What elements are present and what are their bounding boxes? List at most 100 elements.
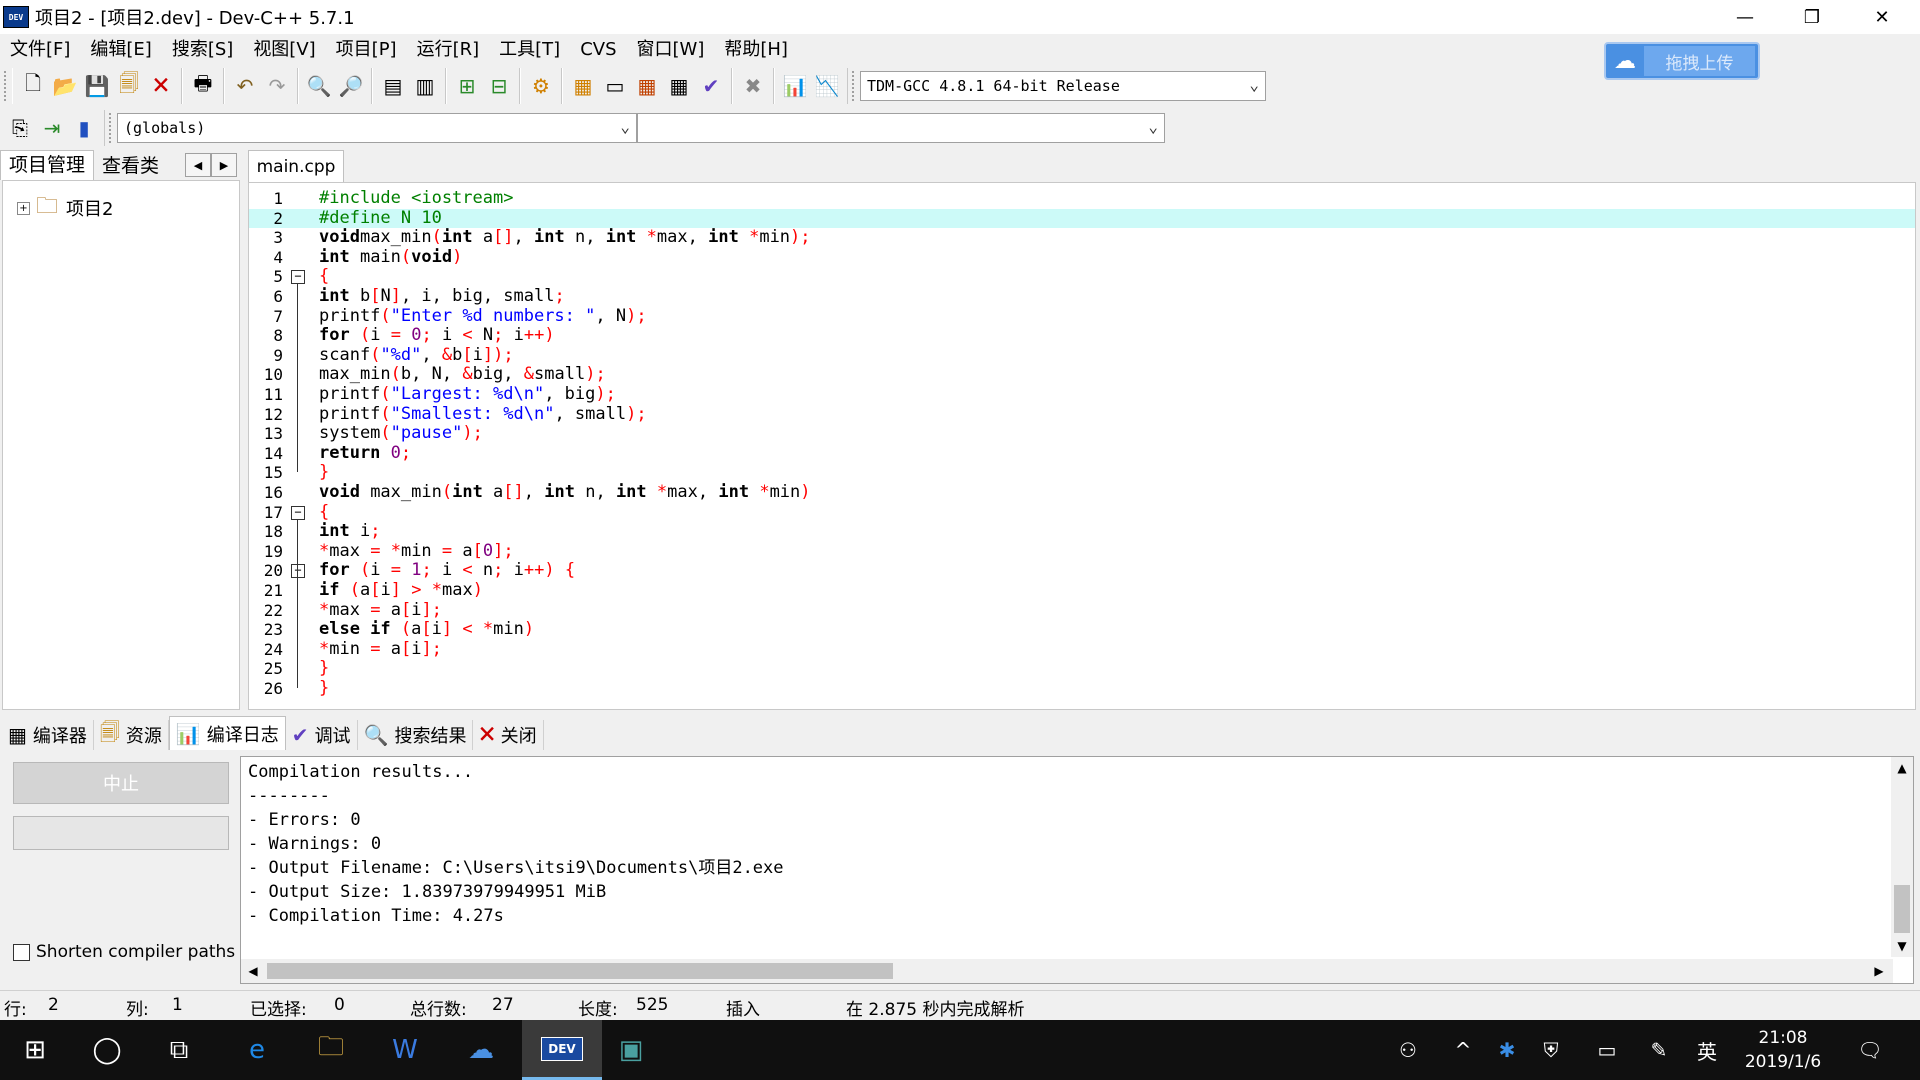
syntax-check-icon[interactable]: ✔ — [695, 70, 727, 102]
compile-run-icon[interactable]: ▦ — [631, 70, 663, 102]
code-line[interactable]: 3 voidmax_min(int a[], int n, int *max, i… — [249, 227, 1915, 248]
code-line[interactable]: 10 max_min(b, N, &big, &small); — [249, 365, 1915, 385]
goto-icon[interactable]: ⇥ — [36, 112, 68, 144]
bookmark-icon[interactable]: ▮ — [68, 112, 100, 144]
code-line[interactable]: 12 printf("Smallest: %d\n", small); — [249, 404, 1915, 425]
menu-help[interactable]: 帮助[H] — [714, 34, 798, 66]
code-line[interactable]: 20−for (i = 1; i < n; i++) { — [249, 561, 1915, 581]
menu-project[interactable]: 项目[P] — [326, 34, 407, 66]
tab-resources[interactable]: 🗐 资源 — [94, 720, 169, 750]
shorten-paths-checkbox[interactable]: Shorten compiler paths — [13, 942, 235, 962]
abort-compilation-button[interactable]: 中止 — [13, 762, 229, 804]
log-horizontal-scrollbar[interactable]: ◀ ▶ — [241, 959, 1893, 983]
checkbox-box[interactable] — [13, 943, 30, 961]
code-line[interactable]: 23 else if (a[i] < *min) — [249, 619, 1915, 640]
code-line[interactable]: 18 int i; — [249, 521, 1915, 542]
code-line[interactable]: 14 return 0; — [249, 443, 1915, 464]
editor-tab-main-cpp[interactable]: main.cpp — [248, 150, 344, 182]
scroll-down-icon[interactable]: ▼ — [1891, 935, 1913, 957]
compile-log-output[interactable]: Compilation results... -------- - Errors… — [240, 756, 1914, 984]
code-line[interactable]: 24 *min = a[i]; — [249, 639, 1915, 660]
tray-app-icon[interactable]: ✱ — [1490, 1020, 1524, 1080]
rebuild-all-icon[interactable]: ▦ — [663, 70, 695, 102]
find-icon[interactable]: 🔍 — [303, 70, 335, 102]
replace-icon[interactable]: 🔎 — [335, 70, 367, 102]
open-file-icon[interactable]: 📂 — [49, 70, 81, 102]
menu-view[interactable]: 视图[V] — [243, 34, 325, 66]
ime-indicator[interactable]: 英 — [1690, 1020, 1724, 1080]
code-line[interactable]: 11 printf("Largest: %d\n", big); — [249, 384, 1915, 405]
fold-collapse-icon[interactable]: − — [291, 270, 305, 285]
compile-icon[interactable]: ▦ — [567, 70, 599, 102]
tree-item-project[interactable]: + 🗀 项目2 — [17, 189, 113, 227]
save-all-icon[interactable]: 🗐 — [113, 70, 145, 102]
code-line[interactable]: 19 *max = *min = a[0]; — [249, 541, 1915, 562]
tab-project-manager[interactable]: 项目管理 — [0, 150, 95, 180]
code-line[interactable]: 26} — [249, 678, 1915, 699]
code-line[interactable]: 15} — [249, 463, 1915, 483]
notification-center-icon[interactable]: 🗨 — [1850, 1020, 1890, 1080]
tab-compile-log[interactable]: 📊 编译日志 — [168, 716, 286, 750]
tab-class-browser[interactable]: 查看类 — [94, 152, 167, 180]
cloud-upload-button[interactable]: ☁ 拖拽上传 — [1604, 42, 1760, 80]
code-line[interactable]: 17−{ — [249, 502, 1915, 523]
tab-scroll-right-icon[interactable]: ▶ — [211, 153, 237, 177]
code-line[interactable]: 21 if (a[i] > *max) — [249, 580, 1915, 601]
insert-icon[interactable]: ⎘ — [4, 112, 36, 144]
toolbar-grip-2[interactable] — [852, 71, 856, 101]
tab-debug[interactable]: ✔ 调试 — [286, 720, 358, 750]
close-file-icon[interactable]: 🗙 — [145, 70, 177, 102]
add-to-project-icon[interactable]: ⊞ — [451, 70, 483, 102]
clean-icon[interactable]: ✖ — [737, 70, 769, 102]
compiler-select[interactable]: TDM-GCC 4.8.1 64-bit Release ⌄ — [860, 71, 1266, 101]
tab-scroll-left-icon[interactable]: ◀ — [185, 153, 211, 177]
close-button[interactable]: ✕ — [1852, 0, 1912, 34]
menu-run[interactable]: 运行[R] — [407, 34, 490, 66]
scroll-up-icon[interactable]: ▲ — [1891, 757, 1913, 779]
menu-tools[interactable]: 工具[T] — [489, 34, 570, 66]
code-line[interactable]: 9 scanf("%d", &b[i]); — [249, 345, 1915, 366]
cortana-search-icon[interactable]: ◯ — [76, 1020, 138, 1080]
function-select[interactable]: ⌄ — [637, 113, 1165, 143]
undo-icon[interactable]: ↶ — [229, 70, 261, 102]
new-file-icon[interactable]: 🗋 — [17, 70, 49, 102]
print-icon[interactable]: 🖶 — [187, 70, 219, 102]
code-line[interactable]: 16 void max_min(int a[], int n, int *max,… — [249, 482, 1915, 503]
expand-icon[interactable]: + — [17, 201, 30, 215]
code-line[interactable]: 6 int b[N], i, big, small; — [249, 286, 1915, 307]
delete-profile-icon[interactable]: 📉 — [811, 70, 843, 102]
redo-icon[interactable]: ↷ — [261, 70, 293, 102]
unindent-icon[interactable]: ▥ — [409, 70, 441, 102]
save-icon[interactable]: 💾 — [81, 70, 113, 102]
windows-start-icon[interactable]: ⊞ — [4, 1020, 66, 1080]
security-shield-icon[interactable]: ⛨ — [1534, 1020, 1568, 1080]
code-line[interactable]: 2 #define N 10 — [249, 208, 1915, 229]
wps-writer-icon[interactable]: W — [374, 1020, 436, 1080]
scroll-thumb[interactable] — [1894, 885, 1910, 933]
menu-edit[interactable]: 编辑[E] — [80, 34, 161, 66]
code-line[interactable]: 8 for (i = 0; i < N; i++) — [249, 325, 1915, 346]
menu-cvs[interactable]: CVS — [570, 34, 626, 66]
scroll-left-icon[interactable]: ◀ — [241, 959, 265, 983]
toolbar-grip-3[interactable] — [109, 113, 113, 143]
code-line[interactable]: 1 #include <iostream> — [249, 188, 1915, 209]
console-window-icon[interactable]: ▣ — [600, 1020, 662, 1080]
scroll-thumb[interactable] — [267, 963, 893, 979]
menu-file[interactable]: 文件[F] — [0, 34, 80, 66]
scope-select[interactable]: (globals) ⌄ — [117, 113, 637, 143]
pen-icon[interactable]: ✎ — [1642, 1020, 1676, 1080]
code-line[interactable]: 7 printf("Enter %d numbers: ", N); — [249, 306, 1915, 327]
people-icon[interactable]: ⚇ — [1388, 1020, 1428, 1080]
code-editor[interactable]: 1 #include <iostream> 2 #define N 10 3 voidma… — [248, 182, 1916, 710]
menu-window[interactable]: 窗口[W] — [627, 34, 715, 66]
task-view-icon[interactable]: ⧉ — [148, 1020, 210, 1080]
log-vertical-scrollbar[interactable]: ▲ ▼ — [1891, 757, 1913, 957]
file-explorer-icon[interactable]: 🗀 — [300, 1020, 362, 1080]
tab-close-panel[interactable]: 🗙 关闭 — [473, 720, 544, 750]
code-line[interactable]: 13 system("pause"); — [249, 423, 1915, 444]
taskbar-clock[interactable]: 21:08 2019/1/6 — [1728, 1026, 1838, 1074]
minimize-button[interactable]: — — [1715, 0, 1775, 34]
battery-icon[interactable]: ▭ — [1590, 1020, 1624, 1080]
code-line[interactable]: 4 int main(void) — [249, 247, 1915, 268]
scroll-right-icon[interactable]: ▶ — [1867, 959, 1891, 983]
